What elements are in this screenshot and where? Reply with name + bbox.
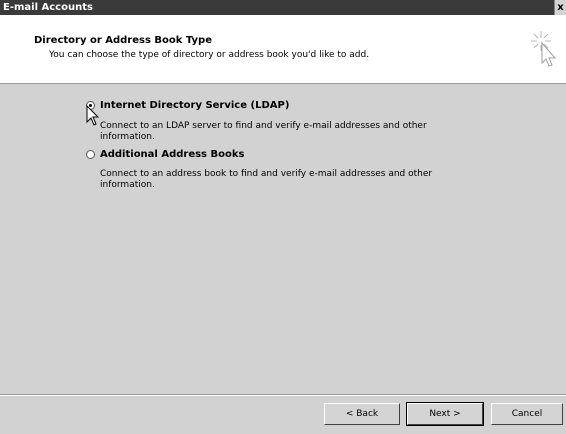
- back-button[interactable]: < Back: [324, 403, 400, 425]
- option-additional-address-books[interactable]: Additional Address Books: [86, 149, 244, 161]
- title-bar: E-mail Accounts x: [0, 0, 566, 15]
- email-accounts-dialog: E-mail Accounts x Directory or Address B…: [0, 0, 566, 434]
- options-panel: Internet Directory Service (LDAP) Connec…: [0, 84, 566, 394]
- next-button[interactable]: Next >: [406, 402, 484, 426]
- ldap-description: Connect to an LDAP server to find and ve…: [100, 121, 427, 142]
- page-subtitle: You can choose the type of directory or …: [49, 50, 370, 60]
- ldap-label[interactable]: Internet Directory Service (LDAP): [100, 100, 289, 111]
- additional-address-books-label[interactable]: Additional Address Books: [100, 149, 244, 160]
- additional-address-books-description: Connect to an address book to find and v…: [100, 169, 433, 190]
- cancel-button[interactable]: Cancel: [491, 403, 563, 425]
- mouse-cursor-icon: [86, 105, 100, 126]
- option-ldap[interactable]: Internet Directory Service (LDAP): [86, 100, 289, 112]
- close-button[interactable]: x: [554, 0, 566, 15]
- footer-divider: [0, 394, 566, 396]
- additional-address-books-radio[interactable]: [86, 150, 95, 159]
- wizard-header: Directory or Address Book Type You can c…: [0, 15, 566, 84]
- page-title: Directory or Address Book Type: [34, 35, 212, 46]
- window-title: E-mail Accounts: [3, 2, 93, 13]
- wizard-sparkle-cursor-icon: [531, 31, 557, 67]
